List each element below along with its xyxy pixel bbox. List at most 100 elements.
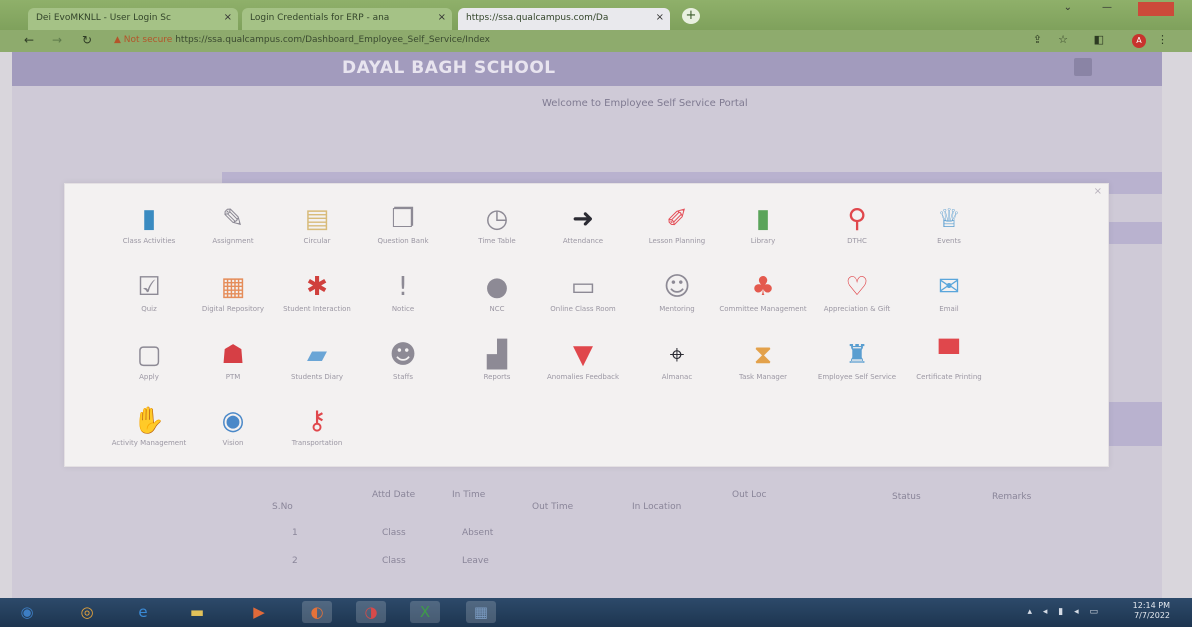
forward-icon[interactable]: → (52, 33, 62, 47)
chrome-icon[interactable]: ◎ (72, 601, 102, 623)
module-tile-label: Student Interaction (283, 305, 351, 313)
module-tile[interactable]: ▰ Students Diary (271, 340, 363, 402)
module-tile[interactable]: ▦ Digital Repository (187, 272, 279, 334)
opera-icon[interactable]: ◑ (356, 601, 386, 623)
module-tile[interactable]: ♜ Employee Self Service (811, 340, 903, 402)
browser-toolbar: ← → ↻ ▲ Not secure https://ssa.qualcampu… (0, 30, 1192, 52)
module-tile[interactable]: ☑ Quiz (103, 272, 195, 334)
table-header-cell: Status (892, 492, 921, 502)
globe-icon: ● (485, 272, 509, 302)
taskbar-clock[interactable]: 12:14 PM 7/7/2022 (1133, 601, 1170, 621)
module-tile-label: Transportation (291, 439, 343, 447)
table-cell: Leave (462, 556, 489, 566)
share-icon[interactable]: ⇪ (1033, 33, 1042, 46)
module-tile[interactable]: ✋ Activity Management (103, 406, 195, 468)
module-tile-label: Question Bank (377, 237, 429, 245)
module-tile[interactable]: ✉ Email (903, 272, 995, 334)
module-tile[interactable]: ! Notice (357, 272, 449, 334)
funnel-icon: ▼ (573, 340, 593, 370)
firefox-icon[interactable]: ◐ (302, 601, 332, 623)
module-tile[interactable]: ▮ Library (717, 204, 809, 266)
welcome-text: Welcome to Employee Self Service Portal (542, 98, 748, 109)
minimize-icon[interactable]: — (1102, 2, 1112, 13)
module-tile[interactable]: ⚲ DTHC (811, 204, 903, 266)
new-tab-button[interactable]: + (682, 8, 700, 24)
excel-icon[interactable]: X (410, 601, 440, 623)
chevron-down-icon[interactable]: ⌄ (1064, 2, 1072, 13)
back-icon[interactable]: ← (24, 33, 34, 47)
module-tile-label: Time Table (478, 237, 516, 245)
module-tile[interactable]: ✎ Assignment (187, 204, 279, 266)
module-tile-label: PTM (225, 373, 241, 381)
module-tile[interactable]: ▼ Anomalies Feedback (537, 340, 629, 402)
module-tile[interactable]: ▟ Reports (451, 340, 543, 402)
close-icon[interactable]: × (1094, 186, 1102, 197)
module-tile[interactable]: ▢ Apply (103, 340, 195, 402)
browser-tab-2[interactable]: Login Credentials for ERP - ana × (242, 8, 452, 30)
window-icon[interactable]: ▦ (466, 601, 496, 623)
start-icon[interactable]: ◉ (12, 601, 42, 623)
module-tile[interactable]: ▤ Circular (271, 204, 363, 266)
folder-icon[interactable]: ▬ (182, 601, 212, 623)
menu-kebab-icon[interactable]: ⋮ (1157, 33, 1168, 46)
module-tile[interactable]: ❐ Question Bank (357, 204, 449, 266)
module-tile[interactable]: ⧗ Task Manager (717, 340, 809, 402)
module-tile[interactable]: ➜ Attendance (537, 204, 629, 266)
module-tile[interactable]: ▀ Certificate Printing (903, 340, 995, 402)
module-tile-label: Lesson Planning (648, 237, 706, 245)
user-icon[interactable] (1074, 58, 1092, 76)
module-launcher-modal: × ▮ Class Activities ✎ Assignment ▤ Circular ❐… (64, 183, 1109, 467)
table-header-cell: Out Loc (732, 490, 767, 500)
system-tray[interactable]: ▴ ◂ ▮ ◂ ▭ (1028, 607, 1102, 617)
reload-icon[interactable]: ↻ (82, 33, 92, 47)
module-tile[interactable]: ▮ Class Activities (103, 204, 195, 266)
browser-tab-3[interactable]: https://ssa.qualcampus.com/Da × (458, 8, 670, 30)
close-icon[interactable]: × (438, 12, 446, 23)
module-tile[interactable]: ☗ PTM (187, 340, 279, 402)
module-tile[interactable]: ● NCC (451, 272, 543, 334)
window-close-button[interactable] (1138, 2, 1174, 16)
module-tile[interactable]: ☺ Mentoring (631, 272, 723, 334)
module-tile-label: Apply (139, 373, 159, 381)
module-tile-label: Almanac (661, 373, 693, 381)
module-tile[interactable]: ▭ Online Class Room (537, 272, 629, 334)
module-tile[interactable]: ♕ Events (903, 204, 995, 266)
module-tile[interactable]: ◷ Time Table (451, 204, 543, 266)
ie-icon[interactable]: e (128, 601, 158, 623)
module-tile[interactable]: ✱ Student Interaction (271, 272, 363, 334)
sign-in-icon: ➜ (572, 204, 594, 234)
browser-tab-1[interactable]: Dei EvoMKNLL - User Login Sc × (28, 8, 238, 30)
module-tile[interactable]: ♣ Committee Management (717, 272, 809, 334)
module-tile-label: Assignment (212, 237, 254, 245)
close-icon[interactable]: × (656, 12, 664, 23)
windows-taskbar: ▴ ◂ ▮ ◂ ▭ 12:14 PM 7/7/2022 ◉ ◎ e ▬ ▶ ◐ ◑ X ▦ (0, 598, 1192, 627)
page-header: DAYAL BAGH SCHOOL (12, 52, 1162, 86)
book-icon: ▮ (141, 204, 157, 234)
checkbox-icon: ☑ (137, 272, 161, 302)
keyboard-icon: ▭ (570, 272, 596, 302)
star-icon[interactable]: ☆ (1058, 33, 1068, 46)
module-tile-label: Staffs (393, 373, 413, 381)
table-cell: Class (382, 528, 406, 538)
module-tile-label: Digital Repository (201, 305, 265, 313)
module-tile-label: Task Manager (738, 373, 787, 381)
user-plus-icon: ☗ (221, 340, 245, 370)
module-tile[interactable]: ⌖ Almanac (631, 340, 723, 402)
clock-icon: ◷ (485, 204, 509, 234)
sidepanel-icon[interactable]: ◧ (1094, 33, 1104, 46)
address-bar[interactable]: ▲ Not secure https://ssa.qualcampus.com/… (110, 33, 1010, 49)
table-header-cell: Remarks (992, 492, 1032, 502)
module-tile-label: Employee Self Service (817, 373, 897, 381)
profile-avatar[interactable]: A (1132, 34, 1146, 48)
staff-icon: ☻ (389, 340, 417, 370)
school-name: DAYAL BAGH SCHOOL (342, 58, 556, 78)
module-tile[interactable]: ⚷ Transportation (271, 406, 363, 468)
module-tile[interactable]: ♡ Appreciation & Gift (811, 272, 903, 334)
module-tile[interactable]: ☻ Staffs (357, 340, 449, 402)
alert-icon: ! (397, 272, 409, 302)
crosshair-icon: ⌖ (669, 340, 685, 370)
close-icon[interactable]: × (224, 12, 232, 23)
media-icon[interactable]: ▶ (244, 601, 274, 623)
module-tile[interactable]: ✐ Lesson Planning (631, 204, 723, 266)
module-tile[interactable]: ◉ Vision (187, 406, 279, 468)
